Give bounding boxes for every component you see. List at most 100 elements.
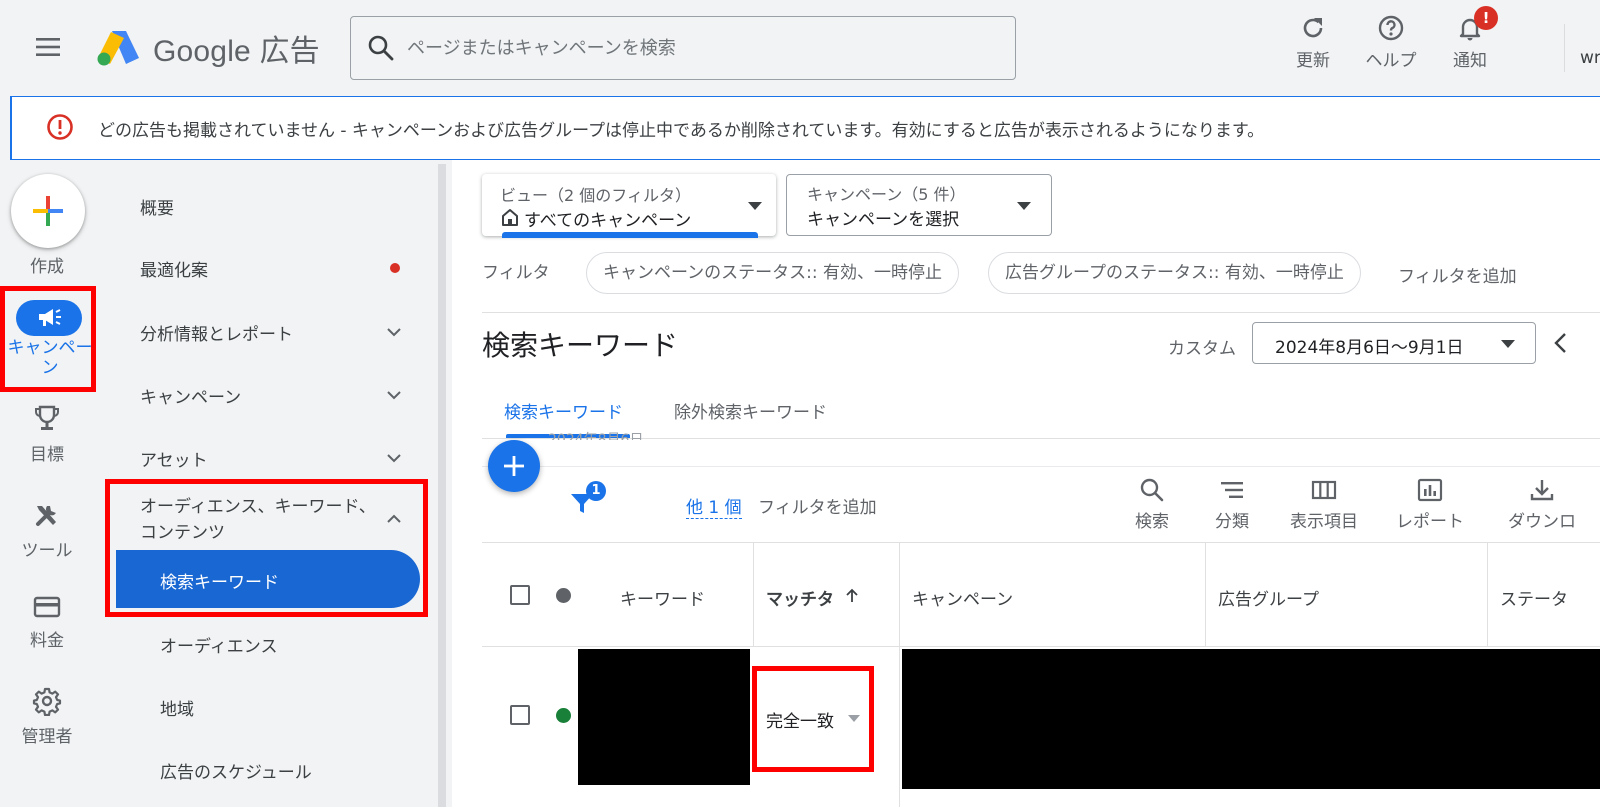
main-menu-icon[interactable] [34,36,62,58]
table-row[interactable]: 完全一致 [482,646,1600,807]
toolbar-reports-button[interactable]: レポート [1388,477,1472,532]
global-search-box[interactable] [350,16,1016,80]
toolbar-search-button[interactable]: 検索 [1132,477,1172,532]
campaign-header-label: キャンペーン [912,590,1014,610]
search-icon [1140,478,1164,502]
refresh-button[interactable]: 更新 [1277,14,1349,76]
toolbar-segment-button[interactable]: 分類 [1210,477,1254,532]
rail-campaigns-label: キャンペーン [7,338,93,378]
nav-item-assets[interactable]: アセット [140,446,208,471]
help-button[interactable]: ヘルプ [1355,14,1427,76]
rail-item-campaigns[interactable]: キャンペーン [2,284,98,392]
add-keyword-fab[interactable] [488,440,540,492]
chevron-down-icon[interactable] [386,452,402,464]
credit-card-icon [33,596,61,618]
nav-item-locations[interactable]: 地域 [160,695,194,720]
match-type-cell[interactable]: 完全一致 [754,647,900,807]
chevron-down-icon[interactable] [386,389,402,401]
toolbar-columns-label: 表示項目 [1290,512,1358,532]
column-header-status[interactable]: ステータ [1488,542,1600,646]
google-ads-logo-icon [96,27,140,67]
refresh-label: 更新 [1296,51,1330,71]
select-all-checkbox[interactable] [510,585,530,605]
refresh-icon [1303,18,1323,38]
gear-icon [32,687,62,716]
enabled-status-dot-icon [556,708,571,723]
toolbar-reports-label: レポート [1396,512,1464,532]
rail-item-billing[interactable]: 料金 [0,594,94,651]
toolbar-add-filter[interactable]: フィルタを追加 [758,493,877,518]
status-column-dot-icon [556,588,571,603]
more-filters-link[interactable]: 他 1 個 [686,493,742,519]
filter-chip-adgroup-status[interactable]: 広告グループのステータス:: 有効、一時停止 [988,252,1361,294]
chevron-left-icon[interactable] [1552,332,1568,354]
nav-item-audiences[interactable]: オーディエンス [160,632,277,657]
chevron-up-icon[interactable] [386,513,402,525]
nav-item-campaigns[interactable]: キャンペーン [140,383,241,408]
campaign-selector-dropdown[interactable]: キャンペーン（5 件） キャンペーンを選択 [786,174,1052,236]
tabs-divider [482,438,1600,439]
toolbar-download-label: ダウンロ [1508,512,1576,532]
toolbar-columns-button[interactable]: 表示項目 [1282,477,1366,532]
active-filter-count-badge: 1 [586,481,606,501]
create-button[interactable] [11,174,85,248]
status-header-label: ステータ [1500,590,1568,610]
plus-multicolor-icon [33,196,63,226]
megaphone-icon [39,309,61,326]
main-content: ビュー（2 個のフィルタ） すべてのキャンペーン キャンペーン（5 件） キャン… [452,160,1600,807]
chevron-down-icon[interactable] [386,326,402,338]
nav-item-overview[interactable]: 概要 [140,194,174,219]
secondary-navigation: 概要 最適化案 分析情報とレポート キャンペーン アセット オーディエンス、キー… [108,160,446,807]
nav-item-audiences-keywords-content[interactable]: オーディエンス、キーワード、コンテンツ [140,494,380,546]
redacted-keyword-cell [578,649,750,785]
rail-item-tools[interactable]: ツール [0,500,94,561]
rail-admin-label: 管理者 [21,727,73,747]
nav-scrollbar[interactable] [438,164,446,807]
toolbar-download-button[interactable]: ダウンロ [1492,477,1592,532]
filter-chip-campaign-status[interactable]: キャンペーンのステータス:: 有効、一時停止 [586,252,960,294]
rail-item-admin[interactable]: 管理者 [0,686,94,747]
rail-item-goals[interactable]: 目標 [0,404,94,465]
account-name[interactable]: wr [1580,48,1600,68]
column-header-campaign[interactable]: キャンペーン [900,542,1206,646]
plus-icon [504,456,524,476]
match-type-value: 完全一致 [766,712,834,732]
home-icon [502,209,518,226]
caret-down-icon[interactable] [848,715,860,722]
view-dropdown[interactable]: ビュー（2 個のフィルタ） すべてのキャンペーン [482,174,776,238]
faded-date-text: 2024年8月6日 [548,432,644,440]
caret-down-icon [748,202,762,210]
campaign-dropdown-caption: キャンペーン（5 件） [807,185,966,204]
column-header-match-type[interactable]: マッチタ [754,542,900,646]
sort-ascending-arrow-icon[interactable] [844,588,860,604]
add-filter-link[interactable]: フィルタを追加 [1398,262,1517,287]
product-logo-text: Google 広告 [153,35,320,68]
column-header-ad-group[interactable]: 広告グループ [1206,542,1488,646]
download-icon [1530,480,1554,501]
caret-down-icon [1017,202,1031,210]
notifications-button[interactable]: 通知 ! [1434,6,1506,76]
nav-item-recommendations[interactable]: 最適化案 [140,256,208,281]
keywords-table: キーワード マッチタ キャンペーン 広告グループ ステータ 完全一致 [482,542,1600,807]
row-checkbox[interactable] [510,705,530,725]
date-range-dropdown[interactable]: 2024年8月6日〜9月1日 [1252,322,1536,364]
tools-icon [36,506,56,526]
alert-message: どの広告も掲載されていません - キャンペーンおよび広告グループは停止中であるか… [98,121,1265,141]
nav-item-insights[interactable]: 分析情報とレポート [140,320,412,345]
rail-billing-label: 料金 [30,631,64,651]
tab-negative-keywords[interactable]: 除外検索キーワード [674,398,827,423]
divider [482,312,1600,313]
rail-goals-label: 目標 [30,445,64,465]
nav-item-ad-schedule[interactable]: 広告のスケジュール [160,758,312,783]
view-dropdown-active-bar [502,232,758,238]
rail-tools-label: ツール [21,541,73,561]
error-icon [46,113,74,141]
nav-item-search-keywords[interactable]: 検索キーワード [116,550,420,608]
date-range-type-label: カスタム [1168,339,1236,359]
tab-search-keywords[interactable]: 検索キーワード [504,398,623,423]
date-range-value: 2024年8月6日〜9月1日 [1275,338,1464,358]
search-input[interactable] [407,31,997,65]
header-divider [1564,24,1565,72]
column-header-keyword[interactable]: キーワード [482,542,754,646]
caret-down-icon [1501,340,1515,348]
